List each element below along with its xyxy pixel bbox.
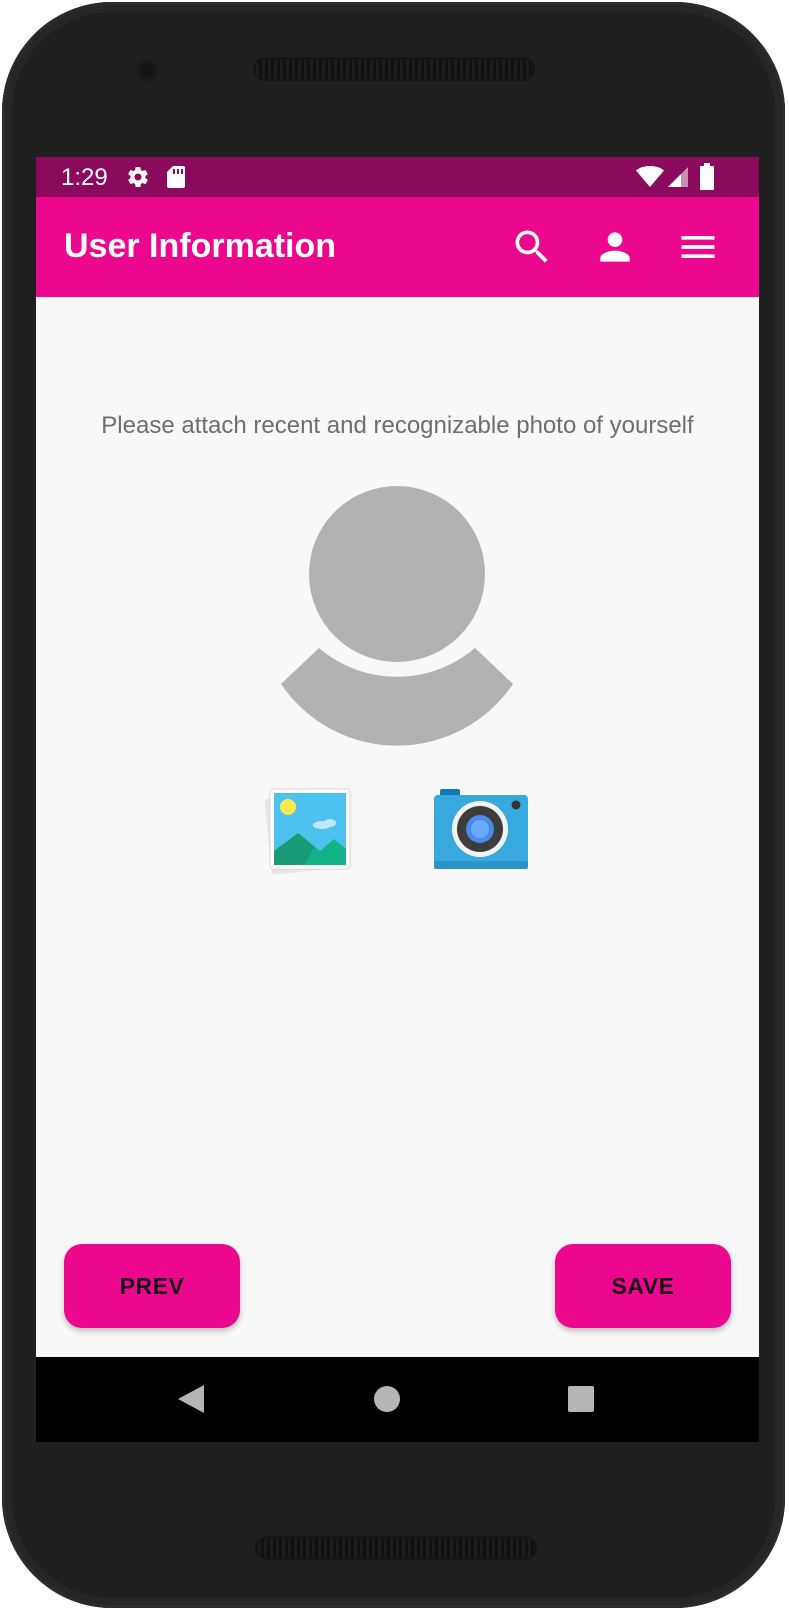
prev-button[interactable]: PREV [64,1244,240,1328]
phone-frame: 1:29 User Information Please attach rece… [2,2,785,1608]
app-bar: User Information [36,197,759,297]
default-avatar-icon[interactable] [281,484,513,754]
earpiece-speaker [253,57,535,81]
system-nav-bar [36,1357,759,1442]
camera-icon[interactable] [434,789,528,869]
page-title: User Information [64,227,337,265]
front-camera [136,59,158,81]
battery-icon [700,163,714,190]
signal-icon [668,167,688,187]
search-icon[interactable] [510,225,554,269]
screen: 1:29 User Information Please attach rece… [36,157,759,1442]
home-icon[interactable] [373,1385,401,1413]
status-time: 1:29 [61,164,108,191]
gear-icon [128,166,148,188]
back-icon[interactable] [176,1383,206,1415]
sd-card-icon [167,166,185,188]
save-button[interactable]: SAVE [555,1244,731,1328]
gallery-icon[interactable] [264,785,356,877]
photo-instruction: Please attach recent and recognizable ph… [101,412,694,439]
person-icon[interactable] [593,225,637,269]
recents-icon[interactable] [567,1385,595,1413]
menu-icon[interactable] [676,225,720,269]
wifi-icon [636,166,664,187]
status-bar: 1:29 [36,157,759,197]
bottom-speaker [255,1536,537,1560]
